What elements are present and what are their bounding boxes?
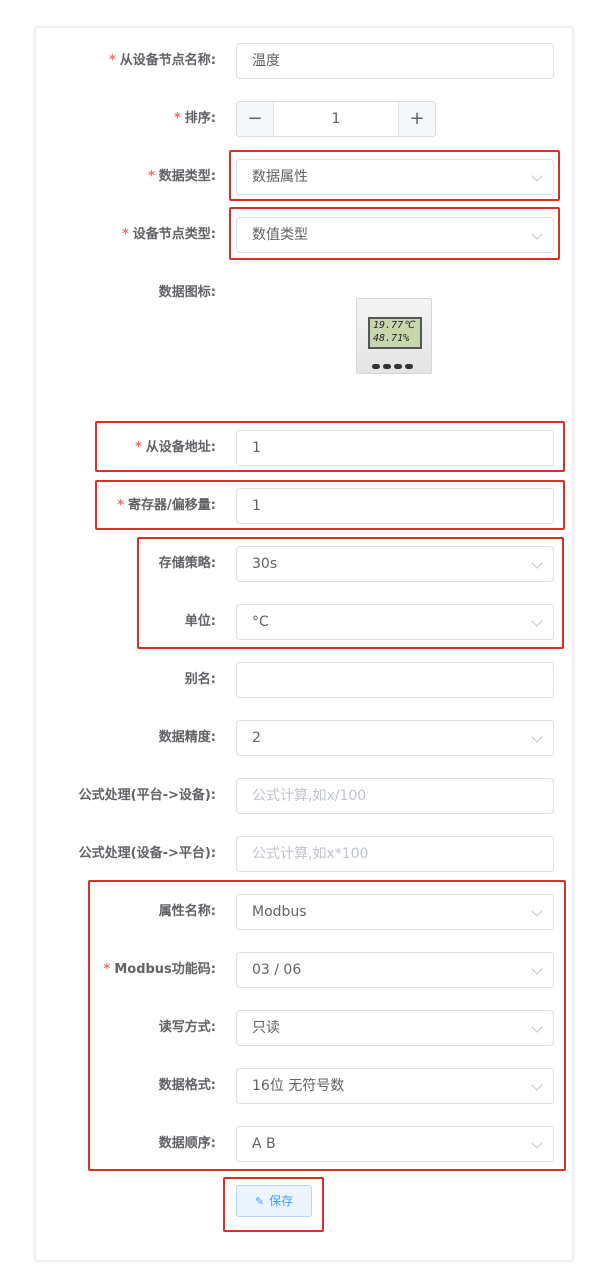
- formula-to-platform-input[interactable]: 公式计算,如x*100: [236, 836, 554, 872]
- formula-to-device-placeholder: 公式计算,如x/100: [252, 788, 367, 804]
- label-precision: 数据精度:: [158, 730, 216, 745]
- field-slave-node-name: * 从设备节点名称: 温度: [36, 43, 572, 79]
- precision-value: 2: [252, 730, 261, 746]
- label-node-type: 设备节点类型:: [132, 227, 216, 242]
- label-alias: 别名:: [184, 672, 216, 687]
- slave-node-name-input[interactable]: 温度: [236, 43, 554, 79]
- highlight-box-save: [223, 1177, 324, 1232]
- label-formula-to-platform: 公式处理(设备->平台):: [78, 846, 216, 861]
- highlight-box-modbus-group: [88, 880, 566, 1171]
- field-formula-to-device: 公式处理(平台->设备): 公式计算,如x/100: [36, 778, 572, 814]
- chevron-down-icon: [531, 731, 543, 743]
- highlight-box-slave-address: [95, 421, 565, 472]
- required-mark: *: [173, 111, 181, 126]
- label-data-type: 数据类型:: [158, 169, 216, 184]
- highlight-box-node-type: [229, 207, 560, 260]
- label-data-icon: 数据图标:: [158, 285, 216, 300]
- display-line-temperature: 19.77℃: [373, 320, 415, 331]
- field-sort: * 排序: − 1 +: [36, 101, 572, 137]
- required-mark: *: [121, 227, 129, 242]
- sort-stepper: − 1 +: [236, 101, 436, 137]
- required-mark: *: [147, 169, 155, 184]
- data-icon-image[interactable]: 19.77℃ 48.71%: [356, 298, 432, 374]
- highlight-box-register-offset: [95, 480, 565, 530]
- label-slave-node-name: 从设备节点名称:: [119, 53, 216, 68]
- label-sort: 排序:: [184, 111, 216, 126]
- sort-input[interactable]: 1: [273, 102, 399, 136]
- formula-to-platform-placeholder: 公式计算,如x*100: [252, 846, 369, 862]
- field-alias: 别名:: [36, 662, 572, 698]
- required-mark: *: [108, 53, 116, 68]
- increment-button[interactable]: +: [398, 102, 435, 136]
- highlight-box-data-type: [229, 150, 560, 201]
- field-data-icon: 数据图标:: [36, 275, 572, 311]
- display-line-humidity: 48.71%: [373, 333, 410, 344]
- sensor-display: 19.77℃ 48.71%: [368, 317, 422, 349]
- decrement-button[interactable]: −: [237, 102, 274, 136]
- field-formula-to-platform: 公式处理(设备->平台): 公式计算,如x*100: [36, 836, 572, 872]
- label-formula-to-device: 公式处理(平台->设备):: [78, 788, 216, 803]
- sensor-buttons: [372, 357, 420, 369]
- formula-to-device-input[interactable]: 公式计算,如x/100: [236, 778, 554, 814]
- field-precision: 数据精度: 2: [36, 720, 572, 756]
- slave-node-name-value: 温度: [252, 53, 280, 69]
- alias-input[interactable]: [236, 662, 554, 698]
- highlight-box-storage-unit: [137, 537, 564, 649]
- precision-select[interactable]: 2: [236, 720, 554, 756]
